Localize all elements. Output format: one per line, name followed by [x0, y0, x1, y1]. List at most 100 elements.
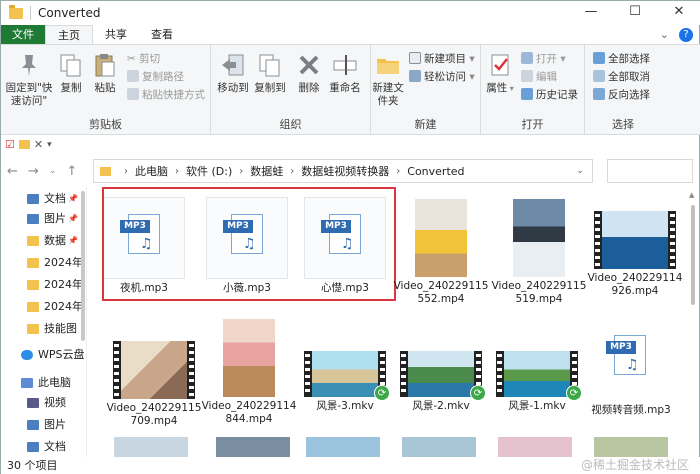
nav-item-pictures[interactable]: 图片 [27, 415, 66, 435]
nav-item-documents-pinned[interactable]: 文档 📌 [27, 189, 78, 209]
folder-icon [9, 4, 23, 19]
chevron-right-icon[interactable]: › [175, 166, 179, 177]
content-scrollbar[interactable]: ▲ [689, 191, 697, 455]
address-dropdown-icon[interactable]: ⌄ [576, 166, 584, 176]
file-item-mp3[interactable]: MP3 ♫ 视频转音频.mp3 [583, 319, 679, 417]
breadcrumb-item[interactable]: 数据蛙视频转换器 [301, 163, 389, 179]
copy-to-button[interactable]: 复制到 [251, 51, 289, 95]
title-bar: Converted — ☐ ✕ [1, 1, 700, 25]
tab-home[interactable]: 主页 [45, 25, 93, 44]
customize-dropdown-icon[interactable]: ▾ [47, 140, 52, 150]
close-button[interactable]: ✕ [657, 1, 700, 25]
new-folder-button[interactable]: 新建文件夹 [371, 51, 405, 108]
mp3-file-icon: MP3 ♫ [590, 319, 672, 401]
easy-access-button[interactable]: 轻松访问 ▾ [409, 69, 475, 86]
tab-view[interactable]: 查看 [139, 25, 185, 44]
nav-item-skills[interactable]: 技能图 [27, 319, 77, 339]
search-input[interactable] [607, 159, 693, 183]
forward-arrow-icon[interactable]: → [28, 164, 39, 179]
video-thumbnail-partial[interactable] [216, 437, 290, 457]
rename-button[interactable]: 重命名 [325, 51, 365, 95]
select-none-label: 全部取消 [608, 71, 650, 83]
nav-item-2024-a[interactable]: 2024年 [27, 253, 83, 273]
properties-check-icon[interactable]: ☑ [5, 138, 15, 151]
breadcrumb-item[interactable]: 软件 (D:) [186, 163, 232, 179]
pin-icon: 📌 [68, 194, 78, 203]
close-icon[interactable]: ✕ [34, 138, 43, 151]
nav-item-2024-c[interactable]: 2024年 [27, 297, 83, 317]
breadcrumb-item[interactable]: 数据蛙 [250, 163, 283, 179]
breadcrumb-item[interactable]: Converted [407, 165, 464, 178]
nav-item-wps-cloud[interactable]: WPS云盘 [21, 345, 85, 365]
nav-label: 图片 [44, 418, 66, 431]
properties-button[interactable]: 属性 ▾ [483, 51, 517, 95]
move-to-button[interactable]: 移动到 [215, 51, 251, 95]
minimize-button[interactable]: — [569, 1, 613, 25]
video-thumbnail-partial[interactable] [402, 437, 476, 457]
back-arrow-icon[interactable]: ← [7, 164, 18, 179]
nav-item-this-pc[interactable]: 此电脑 [21, 373, 71, 393]
nav-item-2024-b[interactable]: 2024年 [27, 275, 83, 295]
file-item-video[interactable]: Video_240229114926.mp4 [587, 211, 683, 298]
open-label: 打开 [536, 53, 557, 65]
select-all-button[interactable]: 全部选择 [593, 51, 650, 68]
video-thumbnail-partial[interactable] [114, 437, 188, 457]
tab-share[interactable]: 共享 [93, 25, 139, 44]
copy-button[interactable]: 复制 [55, 51, 87, 95]
paste-shortcut-button[interactable]: 粘贴快捷方式 [127, 87, 205, 104]
paste-button[interactable]: 粘贴 [89, 51, 121, 95]
move-to-icon [219, 51, 247, 79]
maximize-button[interactable]: ☐ [613, 1, 657, 25]
tab-file[interactable]: 文件 [1, 25, 45, 44]
video-thumbnail-partial[interactable] [594, 437, 668, 457]
video-thumbnail-partial[interactable] [306, 437, 380, 457]
file-item-video[interactable]: Video_240229115552.mp4 [393, 199, 489, 306]
breadcrumb-item[interactable]: 此电脑 [135, 163, 168, 179]
recent-dropdown-icon[interactable]: ⌄ [49, 166, 57, 176]
scrollbar-thumb[interactable] [691, 205, 695, 305]
nav-item-videos[interactable]: 视频 [27, 393, 66, 413]
file-item-video[interactable]: Video_240229115709.mp4 [106, 341, 202, 428]
chevron-down-icon[interactable]: ⌄ [660, 28, 669, 41]
invert-selection-icon [593, 88, 605, 100]
pictures-icon [27, 420, 39, 430]
nav-item-pictures-pinned[interactable]: 图片 📌 [27, 209, 78, 229]
scroll-up-icon[interactable]: ▲ [689, 191, 694, 199]
breadcrumb: › 此电脑 › 软件 (D:) › 数据蛙 › 数据蛙视频转换器 › Conve… [117, 163, 465, 179]
copy-to-icon [256, 51, 284, 79]
nav-scrollbar[interactable] [81, 191, 85, 341]
folder-icon[interactable] [18, 140, 30, 149]
file-name: Video_240229115519.mp4 [491, 280, 587, 305]
nav-item-data-folder[interactable]: 数据 📌 [27, 231, 78, 251]
video-thumbnail-partial[interactable] [498, 437, 572, 457]
copy-icon [57, 51, 85, 79]
chevron-right-icon[interactable]: › [290, 166, 294, 177]
file-item-video[interactable]: ⟳ 风景-1.mkv [489, 351, 585, 413]
chevron-right-icon[interactable]: › [239, 166, 243, 177]
open-button[interactable]: 打开 ▾ [521, 51, 566, 68]
select-none-icon [593, 70, 605, 82]
new-item-button[interactable]: 新建项目 ▾ [409, 51, 475, 68]
copy-to-label: 复制到 [254, 82, 286, 94]
pin-quick-access-button[interactable]: 固定到"快速访问" [5, 51, 53, 108]
invert-selection-button[interactable]: 反向选择 [593, 87, 650, 104]
file-item-video[interactable]: Video_240229115519.mp4 [491, 199, 587, 306]
chevron-right-icon[interactable]: › [124, 166, 128, 177]
file-item-video[interactable]: ⟳ 风景-2.mkv [393, 351, 489, 413]
copy-path-button[interactable]: 复制路径 [127, 69, 184, 86]
help-icon[interactable]: ? [679, 27, 693, 42]
file-item-video[interactable]: ⟳ 风景-3.mkv [297, 351, 393, 413]
file-item-video[interactable]: Video_240229114844.mp4 [201, 319, 297, 426]
up-arrow-icon[interactable]: ↑ [66, 164, 77, 179]
cut-button[interactable]: ✂ 剪切 [127, 51, 160, 68]
chevron-right-icon[interactable]: › [396, 166, 400, 177]
nav-item-documents[interactable]: 文档 [27, 437, 66, 457]
select-none-button[interactable]: 全部取消 [593, 69, 650, 86]
folder-icon [27, 236, 39, 246]
history-button[interactable]: 历史记录 [521, 87, 578, 104]
delete-button[interactable]: 删除 [295, 51, 323, 95]
scissors-icon: ✂ [127, 53, 140, 65]
address-bar[interactable]: › 此电脑 › 软件 (D:) › 数据蛙 › 数据蛙视频转换器 › Conve… [93, 159, 593, 183]
video-icon [27, 398, 39, 408]
edit-button[interactable]: 编辑 [521, 69, 557, 86]
